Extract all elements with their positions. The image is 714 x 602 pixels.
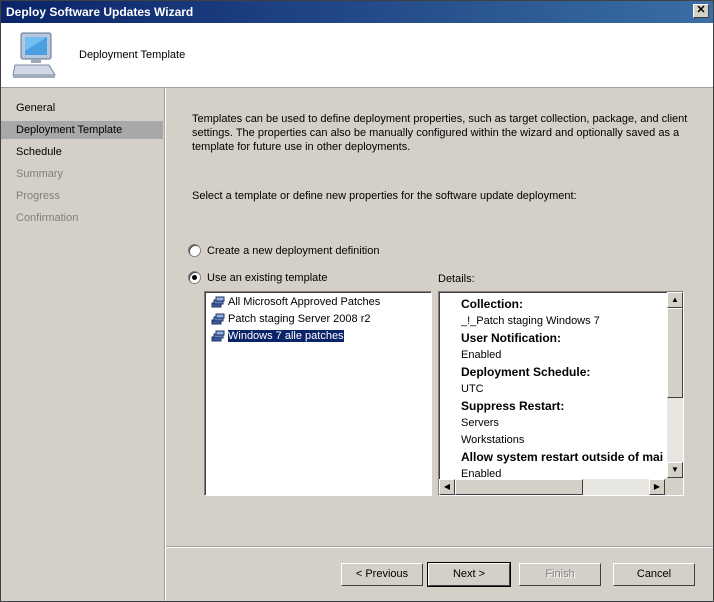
detail-heading: Collection: xyxy=(461,297,523,311)
previous-button[interactable]: < Previous xyxy=(341,563,423,586)
computer-icon xyxy=(12,32,56,78)
template-label: All Microsoft Approved Patches xyxy=(228,296,381,308)
template-icon xyxy=(211,330,225,342)
detail-value: UTC xyxy=(461,383,484,395)
wizard-window: Deploy Software Updates Wizard ✕ Deploym… xyxy=(0,0,714,602)
nav-item-summary: Summary xyxy=(16,168,64,180)
detail-heading: Suppress Restart: xyxy=(461,399,565,413)
vertical-scrollbar[interactable]: ▲ ▼ xyxy=(667,292,683,478)
detail-value: Workstations xyxy=(461,434,525,446)
list-item[interactable]: Patch staging Server 2008 r2 xyxy=(211,311,370,327)
detail-value: _!_Patch staging Windows 7 xyxy=(461,315,600,327)
list-item[interactable]: All Microsoft Approved Patches xyxy=(211,294,380,310)
horizontal-scrollbar[interactable]: ◀ ▶ xyxy=(439,479,665,495)
scroll-thumb-horizontal[interactable] xyxy=(455,479,583,495)
detail-heading: Allow system restart outside of maint xyxy=(461,450,663,464)
radio-button-checked[interactable] xyxy=(188,270,201,284)
detail-heading: User Notification: xyxy=(461,331,562,345)
radio-button[interactable] xyxy=(188,243,201,257)
close-icon: ✕ xyxy=(696,4,706,16)
list-item-selected[interactable]: Windows 7 alle patches xyxy=(211,328,345,344)
radio-existing-template[interactable]: Use an existing template xyxy=(188,270,327,286)
radio-new-definition[interactable]: Create a new deployment definition xyxy=(188,243,379,259)
finish-button: Finish xyxy=(519,563,601,586)
radio-new-label: Create a new deployment definition xyxy=(207,245,380,257)
page-title: Deployment Template xyxy=(79,49,186,61)
scroll-left-icon[interactable]: ◀ xyxy=(439,479,455,495)
radio-existing-label: Use an existing template xyxy=(207,272,328,284)
template-icon xyxy=(211,313,225,325)
wizard-header: Deployment Template xyxy=(1,23,713,88)
wizard-footer: < Previous Next > Finish Cancel xyxy=(166,546,713,602)
close-button[interactable]: ✕ xyxy=(693,4,709,18)
window-title: Deploy Software Updates Wizard xyxy=(6,5,194,19)
scrollbar-corner xyxy=(665,478,683,495)
scroll-thumb[interactable] xyxy=(667,308,683,398)
cancel-button[interactable]: Cancel xyxy=(613,563,695,586)
template-label: Patch staging Server 2008 r2 xyxy=(228,313,371,325)
next-button[interactable]: Next > xyxy=(427,562,511,587)
detail-value: Servers xyxy=(461,417,499,429)
details-label: Details: xyxy=(438,273,475,285)
nav-item-confirmation: Confirmation xyxy=(16,212,79,224)
nav-item-schedule[interactable]: Schedule xyxy=(1,143,163,161)
scroll-right-icon[interactable]: ▶ xyxy=(649,479,665,495)
wizard-content: Templates can be used to define deployme… xyxy=(166,88,713,546)
template-label: Windows 7 alle patches xyxy=(227,329,345,343)
scroll-down-icon[interactable]: ▼ xyxy=(667,462,683,478)
description-text: Templates can be used to define deployme… xyxy=(192,113,688,153)
template-icon xyxy=(211,296,225,308)
template-list[interactable]: All Microsoft Approved Patches Patch sta… xyxy=(204,291,432,496)
prompt-text: Select a template or define new properti… xyxy=(192,190,577,202)
detail-heading: Deployment Schedule: xyxy=(461,365,591,379)
title-bar[interactable]: Deploy Software Updates Wizard ✕ xyxy=(1,1,713,23)
wizard-nav: General Deployment Template Schedule Sum… xyxy=(1,88,166,601)
nav-item-general[interactable]: General xyxy=(1,99,163,117)
scroll-up-icon[interactable]: ▲ xyxy=(667,292,683,308)
details-text: Collection: _!_Patch staging Windows 7 Use… xyxy=(461,296,663,483)
nav-item-deployment-template[interactable]: Deployment Template xyxy=(1,121,163,139)
details-panel[interactable]: Collection: _!_Patch staging Windows 7 Use… xyxy=(438,291,684,496)
detail-value: Enabled xyxy=(461,349,502,361)
nav-item-progress: Progress xyxy=(16,190,61,202)
